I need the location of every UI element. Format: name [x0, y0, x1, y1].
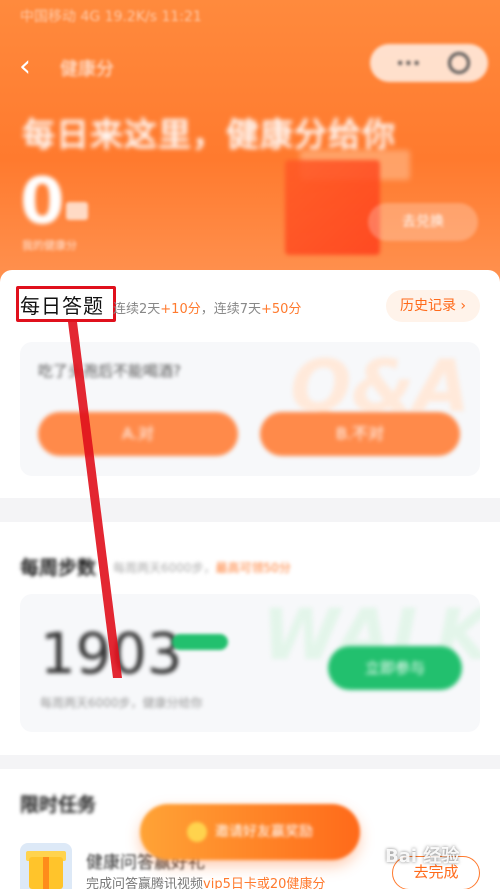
gift-illustration	[285, 160, 380, 255]
more-icon[interactable]: •••	[396, 56, 421, 72]
quiz-streak-tip: 连续2天+10分，连续7天+50分	[113, 298, 301, 317]
quiz-card: Q&A 吃了头孢后不能喝酒? A.对 B.不对	[20, 342, 480, 476]
status-bar: 中国移动 4G 19.2K/s 11:21	[20, 9, 202, 25]
score-caption: 我的健康分	[22, 239, 77, 252]
coin-icon	[187, 822, 207, 842]
answer-a-button[interactable]: A.对	[38, 412, 238, 456]
history-label: 历史记录	[399, 298, 456, 314]
chevron-left-icon: ‹	[19, 49, 31, 84]
join-steps-button[interactable]: 立即参与	[328, 646, 462, 690]
steps-status-badge	[172, 634, 228, 650]
steps-card: WALK 1903 每周两天6000步，健康分给你 立即参与	[20, 594, 480, 732]
baidu-watermark: Bai 经验	[385, 846, 460, 867]
history-button[interactable]: 历史记录 ›	[386, 290, 480, 322]
gift-icon-ribbon	[43, 857, 49, 889]
page-title: 健康分	[60, 59, 114, 80]
section-divider-2	[0, 755, 500, 769]
tip-bonus-1: +10分	[160, 302, 201, 317]
steps-tip-accent: 最高可领50分	[215, 561, 291, 575]
quiz-question: 吃了头孢后不能喝酒?	[38, 362, 181, 380]
task-desc-accent: vip5日卡或20健康分	[203, 877, 326, 889]
steps-subtitle: 每周两天6000步，健康分给你	[40, 696, 203, 710]
close-icon[interactable]	[448, 52, 470, 74]
invite-floating-button[interactable]: 邀请好友赢奖励	[140, 804, 360, 860]
limited-tasks-title: 限时任务	[20, 794, 97, 816]
gift-icon	[20, 843, 72, 889]
step-count: 1903	[40, 622, 183, 687]
task-description: 完成问答赢腾讯视频vip5日卡或20健康分	[86, 873, 325, 889]
tip-text-2: ，连续7天	[200, 302, 261, 317]
health-score: 0	[20, 165, 65, 239]
back-button[interactable]: ‹	[12, 50, 38, 84]
mini-program-capsule[interactable]: •••	[370, 44, 488, 82]
invite-label: 邀请好友赢奖励	[215, 824, 313, 840]
tip-bonus-2: +50分	[261, 302, 302, 317]
chevron-right-icon: ›	[460, 298, 467, 314]
weekly-steps-title: 每周步数	[20, 557, 97, 579]
answer-b-button[interactable]: B.不对	[260, 412, 460, 456]
tip-text-1: 连续2天	[113, 302, 161, 317]
hero-headline: 每日来这里，健康分给你	[22, 115, 396, 154]
header-banner: 中国移动 4G 19.2K/s 11:21 ‹ 健康分 ••• 每日来这里，健康…	[0, 0, 500, 290]
annotation-highlight-box	[16, 286, 116, 322]
section-divider	[0, 498, 500, 522]
weekly-steps-tip: 每周两天6000步，最高可领50分	[113, 559, 291, 576]
exchange-button[interactable]: 去兑换	[368, 203, 478, 241]
score-info-icon[interactable]	[66, 202, 88, 220]
steps-tip-text: 每周两天6000步，	[113, 561, 216, 575]
task-desc-text: 完成问答赢腾讯视频	[86, 877, 204, 889]
